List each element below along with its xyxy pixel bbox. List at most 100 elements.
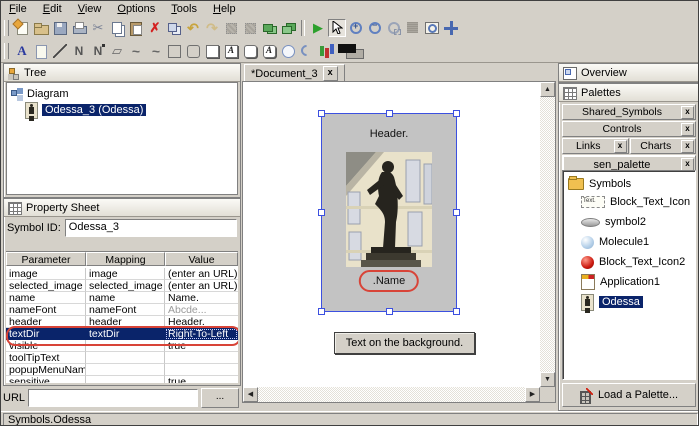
scroll-up-icon[interactable]: ▲: [540, 82, 555, 97]
open-icon[interactable]: [32, 19, 50, 37]
closed-spline-tool-icon[interactable]: ~: [146, 42, 164, 60]
filled-rounded-rectangle-tool-icon[interactable]: [241, 42, 259, 60]
zoom-out-icon[interactable]: [366, 19, 384, 37]
menu-options[interactable]: Options: [109, 3, 163, 15]
palette-tab-close-icon[interactable]: x: [681, 140, 694, 153]
undo-icon[interactable]: ↶: [184, 19, 202, 37]
value-cell[interactable]: (enter an URL): [165, 268, 238, 280]
mapping-cell[interactable]: textDir: [86, 328, 165, 340]
property-row[interactable]: visible true: [6, 340, 238, 352]
property-row-selected[interactable]: textDir textDir Right-To-Left: [6, 328, 238, 340]
param-cell[interactable]: toolTipText: [6, 352, 86, 364]
property-sheet-header[interactable]: Property Sheet: [4, 199, 240, 217]
tree-panel-header[interactable]: Tree: [4, 64, 240, 82]
zoom-area-icon[interactable]: [385, 19, 403, 37]
palette-tab-controls[interactable]: Controls x: [562, 121, 696, 137]
property-row[interactable]: toolTipText: [6, 352, 238, 364]
toolbar-grip[interactable]: [4, 20, 9, 36]
palette-item-block-text-icon2[interactable]: Block_Text_Icon2: [581, 252, 695, 272]
palette-item-block-text-icon[interactable]: Text. Block_Text_Icon: [581, 192, 695, 212]
mapping-cell[interactable]: selected_image: [86, 280, 165, 292]
label-tool-icon[interactable]: [32, 42, 50, 60]
spline-tool-icon[interactable]: ~: [127, 42, 145, 60]
selection-handle[interactable]: [318, 308, 325, 315]
menu-tools[interactable]: Tools: [163, 3, 205, 15]
polyline-points-tool-icon[interactable]: N: [89, 42, 107, 60]
param-cell[interactable]: textDir: [6, 328, 86, 340]
save-icon[interactable]: [51, 19, 69, 37]
rectangle-tool-icon[interactable]: [165, 42, 183, 60]
value-cell[interactable]: true: [165, 340, 238, 352]
mapping-cell[interactable]: [86, 364, 165, 376]
mapping-cell[interactable]: header: [86, 316, 165, 328]
redo-icon[interactable]: ↷: [203, 19, 221, 37]
line-tool-icon[interactable]: [51, 42, 69, 60]
symbol-id-field[interactable]: Odessa_3: [65, 219, 237, 237]
palette-tab-close-icon[interactable]: x: [681, 106, 694, 119]
bring-forward-icon[interactable]: [260, 19, 278, 37]
tree-node-diagram[interactable]: Diagram: [11, 86, 237, 102]
property-row[interactable]: sensitive true: [6, 376, 238, 383]
url-browse-button[interactable]: ...: [201, 388, 239, 408]
paste-icon[interactable]: [127, 19, 145, 37]
selection-handle[interactable]: [453, 209, 460, 216]
menu-file[interactable]: File: [1, 3, 35, 15]
value-cell[interactable]: [165, 364, 238, 376]
load-palette-button[interactable]: Load a Palette...: [562, 383, 696, 407]
selection-handle[interactable]: [386, 110, 393, 117]
property-row[interactable]: selected_image selected_image (enter an …: [6, 280, 238, 292]
scroll-left-icon[interactable]: ◀: [243, 387, 258, 402]
column-header-value[interactable]: Value: [165, 252, 238, 266]
selection-handle[interactable]: [318, 110, 325, 117]
polyline-tool-icon[interactable]: N: [70, 42, 88, 60]
url-input[interactable]: [28, 389, 198, 407]
palette-tab-close-icon[interactable]: x: [614, 140, 627, 153]
param-cell[interactable]: sensitive: [6, 376, 86, 383]
selection-handle[interactable]: [386, 308, 393, 315]
delete-icon[interactable]: ✗: [146, 19, 164, 37]
ellipse-tool-icon[interactable]: [279, 42, 297, 60]
scroll-right-icon[interactable]: ▶: [525, 387, 540, 402]
palette-tab-links[interactable]: Links x: [562, 138, 629, 154]
fill-color-swatch-icon[interactable]: [336, 42, 366, 60]
property-row[interactable]: name name Name.: [6, 292, 238, 304]
filled-rectangle-tool-icon[interactable]: [203, 42, 221, 60]
property-row[interactable]: image image (enter an URL): [6, 268, 238, 280]
value-cell[interactable]: Header.: [165, 316, 238, 328]
mapping-cell[interactable]: nameFont: [86, 304, 165, 316]
param-cell[interactable]: nameFont: [6, 304, 86, 316]
document-close-icon[interactable]: x: [323, 66, 338, 81]
overview-header[interactable]: Overview: [559, 64, 699, 82]
text-rectangle-tool-icon[interactable]: [222, 42, 240, 60]
value-cell[interactable]: Right-To-Left: [165, 328, 238, 340]
menu-help[interactable]: Help: [205, 3, 244, 15]
param-cell[interactable]: popupMenuName: [6, 364, 86, 376]
palette-item-symbol2[interactable]: symbol2: [581, 212, 695, 232]
mapping-cell[interactable]: image: [86, 268, 165, 280]
run-icon[interactable]: ▶: [309, 19, 327, 37]
send-backward-icon[interactable]: [279, 19, 297, 37]
mapping-cell[interactable]: [86, 376, 165, 383]
document-canvas[interactable]: Header. .Name: [242, 81, 556, 403]
new-document-icon[interactable]: [13, 19, 31, 37]
palette-item-odessa[interactable]: Odessa: [581, 292, 695, 312]
arc-tool-icon[interactable]: [298, 42, 316, 60]
overview-window-icon[interactable]: [423, 19, 441, 37]
mapping-cell[interactable]: [86, 340, 165, 352]
copy-icon[interactable]: [108, 19, 126, 37]
tree-node-odessa3[interactable]: Odessa_3 (Odessa): [25, 102, 237, 118]
value-cell[interactable]: Name.: [165, 292, 238, 304]
param-cell[interactable]: header: [6, 316, 86, 328]
menu-edit[interactable]: Edit: [35, 3, 70, 15]
palette-tab-close-icon[interactable]: x: [681, 123, 694, 136]
property-row[interactable]: nameFont nameFont Abcde...: [6, 304, 238, 316]
rounded-rectangle-tool-icon[interactable]: [184, 42, 202, 60]
symbol-name-annotated[interactable]: .Name: [359, 270, 419, 292]
param-cell[interactable]: visible: [6, 340, 86, 352]
mapping-cell[interactable]: name: [86, 292, 165, 304]
scroll-down-icon[interactable]: ▼: [540, 372, 555, 387]
value-cell[interactable]: (enter an URL): [165, 280, 238, 292]
palette-tab-shared-symbols[interactable]: Shared_Symbols x: [562, 104, 696, 120]
property-row[interactable]: header header Header.: [6, 316, 238, 328]
print-icon[interactable]: [70, 19, 88, 37]
